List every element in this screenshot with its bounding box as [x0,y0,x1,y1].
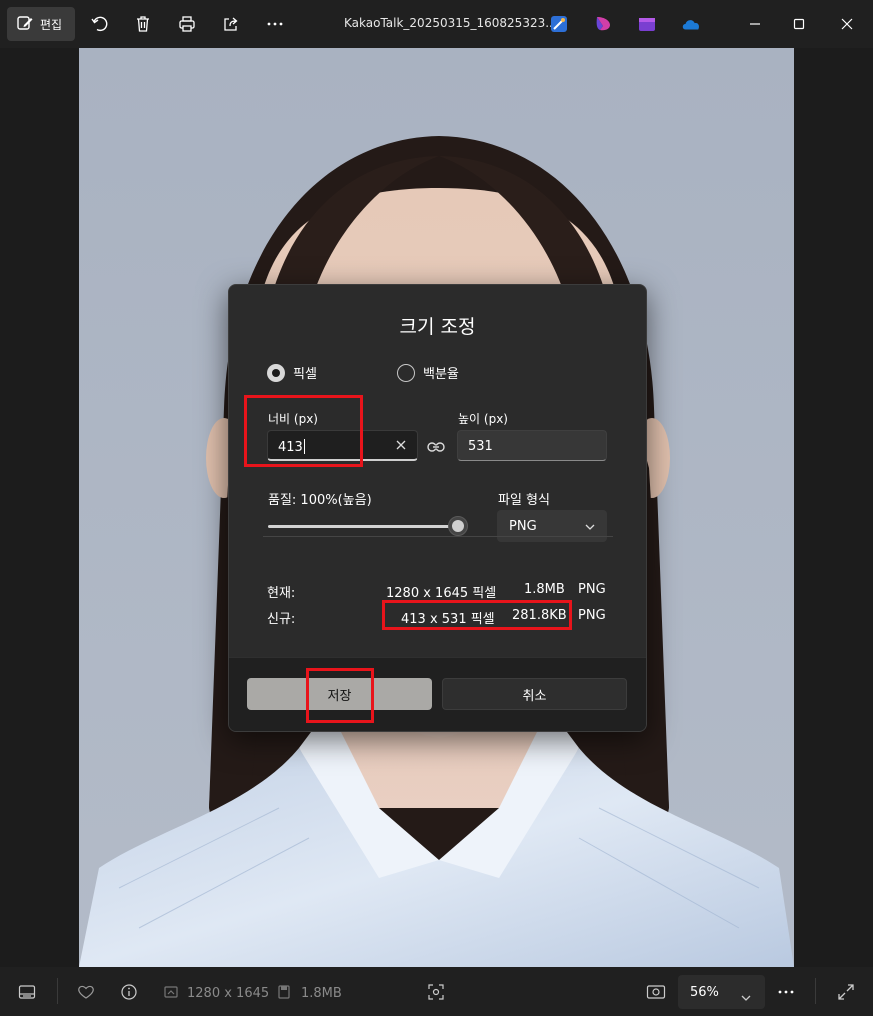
radio-unselected-icon [397,363,415,382]
more-options-icon[interactable] [775,981,797,1003]
separator [57,978,58,1004]
text-caret [303,439,305,454]
format-value: PNG [509,519,537,534]
maximize-icon[interactable] [787,12,811,36]
file-size-icon [273,981,295,1003]
zoom-value: 56% [690,985,719,1000]
divider [263,536,613,537]
bottom-status-bar: 1280 x 1645 1.8MB 56% [0,967,873,1016]
edit-icon [16,14,34,35]
dimensions-icon [160,981,182,1003]
current-label: 현재: [267,586,296,601]
rotate-icon[interactable] [88,12,112,36]
width-value: 413 [278,440,303,455]
cancel-button[interactable]: 취소 [442,678,627,710]
new-label: 신규: [267,612,296,627]
more-icon[interactable] [263,12,287,36]
radio-percent[interactable]: 백분율 [397,363,459,382]
info-icon[interactable] [118,981,140,1003]
radio-percent-label: 백분율 [423,367,459,382]
video-editor-app-icon[interactable] [637,14,657,34]
new-dimensions: 413 x 531 픽셀 [401,612,495,627]
format-label: 파일 형식 [498,493,550,508]
visual-search-icon[interactable] [425,981,447,1003]
onedrive-icon[interactable] [681,14,701,34]
fit-to-window-icon[interactable] [645,981,667,1003]
current-dimensions: 1280 x 1645 픽셀 [386,586,497,601]
radio-selected-icon [267,363,285,382]
quality-label: 품질: 100%(높음) [268,493,372,508]
designer-app-icon[interactable] [549,14,569,34]
minimize-icon[interactable] [743,12,767,36]
zoom-select[interactable]: 56% [678,975,765,1009]
quality-slider-thumb[interactable] [448,516,468,536]
save-button[interactable]: 저장 [247,678,432,710]
close-icon[interactable] [835,12,859,36]
filmstrip-icon[interactable] [16,981,38,1003]
new-size: 281.8KB [512,608,567,623]
separator [815,978,816,1004]
clipchamp-app-icon[interactable] [593,14,613,34]
delete-icon[interactable] [131,12,155,36]
image-dimensions: 1280 x 1645 [187,986,270,1001]
height-label: 높이 (px) [458,412,508,426]
favorite-icon[interactable] [75,981,97,1003]
resize-dialog: 크기 조정 픽셀 백분율 너비 (px) 413 높이 (px) 531 품질:… [228,284,647,732]
top-toolbar: 편집 KakaoTalk_20250315_160825323... [0,0,873,48]
clear-icon[interactable] [393,437,409,453]
file-name: KakaoTalk_20250315_160825323... [344,16,557,30]
width-input[interactable]: 413 [267,430,418,461]
link-aspect-icon[interactable] [426,437,446,457]
edit-button[interactable]: 편집 [7,7,75,41]
quality-slider-track[interactable] [268,525,458,528]
height-input[interactable]: 531 [457,430,607,461]
dialog-title: 크기 조정 [399,316,476,338]
new-format: PNG [578,608,606,623]
chevron-down-icon [741,987,751,1006]
radio-pixels-label: 픽셀 [293,367,317,382]
dialog-footer: 저장 취소 [229,657,646,731]
edit-label: 편집 [40,17,63,32]
height-value: 531 [468,439,493,454]
current-format: PNG [578,582,606,597]
full-screen-icon[interactable] [835,981,857,1003]
width-label: 너비 (px) [268,412,318,426]
chevron-down-icon [585,520,595,535]
format-select[interactable]: PNG [497,510,607,542]
current-size: 1.8MB [524,582,565,597]
print-icon[interactable] [175,12,199,36]
file-size: 1.8MB [301,986,342,1001]
radio-pixels[interactable]: 픽셀 [267,363,317,382]
share-icon[interactable] [219,12,243,36]
